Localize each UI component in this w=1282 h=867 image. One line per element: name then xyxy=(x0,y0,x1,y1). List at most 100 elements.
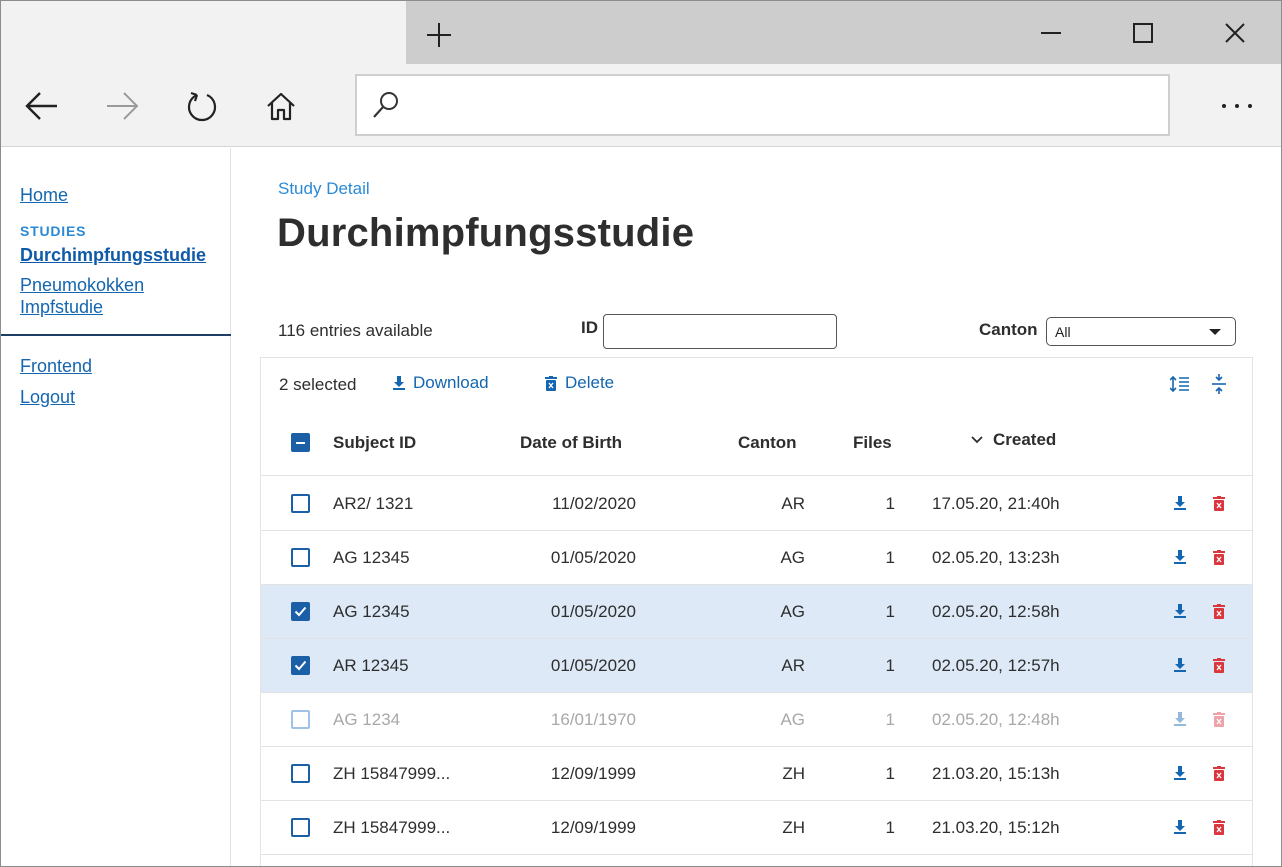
row-delete-button[interactable] xyxy=(1209,600,1229,622)
row-checkbox[interactable] xyxy=(291,548,310,567)
cell-date-of-birth: 16/01/1970 xyxy=(550,710,636,729)
line-spacing-icon xyxy=(1170,376,1189,392)
trash-icon xyxy=(545,375,557,391)
cell-date-of-birth: 11/02/2020 xyxy=(552,494,636,513)
cell-subject-id: AG 12345 xyxy=(333,548,410,567)
table-row[interactable]: AR2/ 1321 11/02/2020 AR 1 17.05.20, 21:4… xyxy=(261,477,1252,531)
minimize-button[interactable] xyxy=(1031,15,1071,51)
table-row[interactable]: ZH 15847999... 12/09/1999 ZH 1 21.03.20,… xyxy=(261,747,1252,801)
table-row[interactable]: ZH 15847999... 12/09/1999 ZH 1 21.03.20,… xyxy=(261,801,1252,855)
row-checkbox-checked[interactable] xyxy=(291,656,310,675)
sort-desc-chevron-icon xyxy=(971,436,983,444)
compress-icon xyxy=(1212,374,1226,394)
more-menu-button[interactable] xyxy=(1215,84,1259,128)
download-icon xyxy=(1174,550,1186,564)
header-created-label: Created xyxy=(993,430,1057,449)
cell-created: 17.05.20, 21:40h xyxy=(932,494,1060,513)
cell-canton: ZH xyxy=(782,818,805,837)
cell-date-of-birth: 12/09/1999 xyxy=(550,818,636,837)
address-input[interactable] xyxy=(409,88,1149,122)
table-row-disabled: AG 1234 16/01/1970 AG 1 02.05.20, 12:48h xyxy=(261,693,1252,747)
cell-created: 21.03.20, 15:13h xyxy=(932,764,1060,783)
trash-icon xyxy=(1213,603,1225,619)
header-files[interactable]: Files xyxy=(853,433,892,453)
row-checkbox[interactable] xyxy=(291,494,310,513)
row-delete-button[interactable] xyxy=(1209,816,1229,838)
trash-icon xyxy=(1213,657,1225,673)
download-icon xyxy=(393,376,405,390)
canton-filter-select[interactable]: All xyxy=(1046,317,1236,346)
cell-canton: AG xyxy=(780,548,805,567)
close-window-button[interactable] xyxy=(1215,15,1255,51)
header-created[interactable]: Created xyxy=(971,430,1056,450)
cell-files: 1 xyxy=(885,548,895,567)
row-download-button[interactable] xyxy=(1170,492,1190,514)
select-all-checkbox[interactable] xyxy=(291,433,310,452)
download-selected-button[interactable]: Download xyxy=(393,373,489,393)
new-tab-button[interactable] xyxy=(421,17,457,53)
cell-canton: AG xyxy=(780,710,805,729)
collapse-rows-button[interactable] xyxy=(1207,372,1231,396)
table-row-selected[interactable]: AR 12345 01/05/2020 AR 1 02.05.20, 12:57… xyxy=(261,639,1252,693)
download-icon xyxy=(1174,820,1186,834)
row-checkbox[interactable] xyxy=(291,764,310,783)
maximize-button[interactable] xyxy=(1123,15,1163,51)
cell-created: 02.05.20, 13:23h xyxy=(932,548,1060,567)
row-delete-button[interactable] xyxy=(1209,492,1229,514)
table-row-selected[interactable]: AG 12345 01/05/2020 AG 1 02.05.20, 12:58… xyxy=(261,585,1252,639)
delete-label: Delete xyxy=(565,373,615,392)
address-bar[interactable] xyxy=(355,74,1170,136)
canton-select-value: All xyxy=(1055,324,1071,340)
cell-canton: ZH xyxy=(782,764,805,783)
row-checkbox[interactable] xyxy=(291,818,310,837)
cell-files: 1 xyxy=(885,656,895,675)
browser-window: Home STUDIES Durchimpfungsstudie Pneumok… xyxy=(0,0,1282,867)
row-download-button[interactable] xyxy=(1170,546,1190,568)
checkmark-icon xyxy=(294,660,307,671)
canton-filter-label: Canton xyxy=(979,320,1038,339)
selected-count: 2 selected xyxy=(279,375,357,394)
home-button[interactable] xyxy=(259,84,303,128)
back-button[interactable] xyxy=(20,84,64,128)
row-checkbox-checked[interactable] xyxy=(291,602,310,621)
row-delete-button[interactable] xyxy=(1209,654,1229,676)
sidebar-item-durchimpfungsstudie[interactable]: Durchimpfungsstudie xyxy=(20,244,206,266)
cell-created: 21.03.20, 15:12h xyxy=(932,818,1060,837)
cell-date-of-birth: 01/05/2020 xyxy=(550,656,636,675)
cell-files: 1 xyxy=(885,764,895,783)
entries-table: 2 selected Download Delete Subject ID Da… xyxy=(260,357,1253,866)
row-download-button[interactable] xyxy=(1170,600,1190,622)
back-arrow-icon xyxy=(25,92,57,120)
cell-subject-id: ZH 15847999... xyxy=(333,818,451,837)
row-height-button[interactable] xyxy=(1168,372,1192,396)
row-delete-button[interactable] xyxy=(1209,546,1229,568)
sidebar-divider xyxy=(1,334,231,336)
cell-files: 1 xyxy=(885,710,895,729)
more-icon xyxy=(1222,104,1252,108)
row-download-button[interactable] xyxy=(1170,762,1190,784)
table-row[interactable]: AG 12345 01/05/2020 AG 1 02.05.20, 13:23… xyxy=(261,531,1252,585)
active-tab[interactable] xyxy=(1,1,406,64)
header-canton[interactable]: Canton xyxy=(738,433,797,453)
cell-files: 1 xyxy=(885,818,895,837)
sidebar-item-pneumokokken[interactable]: Pneumokokken Impfstudie xyxy=(20,274,170,318)
download-icon xyxy=(1174,658,1186,672)
header-subject-id[interactable]: Subject ID xyxy=(333,433,416,453)
cell-subject-id: AR 12345 xyxy=(333,656,409,675)
id-filter-input[interactable] xyxy=(603,314,837,349)
row-download-button[interactable] xyxy=(1170,654,1190,676)
page-title: Durchimpfungsstudie xyxy=(277,211,695,255)
header-date-of-birth[interactable]: Date of Birth xyxy=(520,433,622,453)
table-header: Subject ID Date of Birth Canton Files Cr… xyxy=(261,416,1252,476)
forward-button[interactable] xyxy=(100,84,144,128)
breadcrumb[interactable]: Study Detail xyxy=(278,179,370,199)
sidebar-item-logout[interactable]: Logout xyxy=(20,386,75,408)
sidebar-item-frontend[interactable]: Frontend xyxy=(20,355,92,377)
row-delete-button[interactable] xyxy=(1209,762,1229,784)
sidebar-item-home[interactable]: Home xyxy=(20,184,68,206)
cell-created: 02.05.20, 12:57h xyxy=(932,656,1060,675)
refresh-button[interactable] xyxy=(180,84,224,128)
download-icon xyxy=(1174,712,1186,726)
row-download-button[interactable] xyxy=(1170,816,1190,838)
delete-selected-button[interactable]: Delete xyxy=(545,373,614,393)
